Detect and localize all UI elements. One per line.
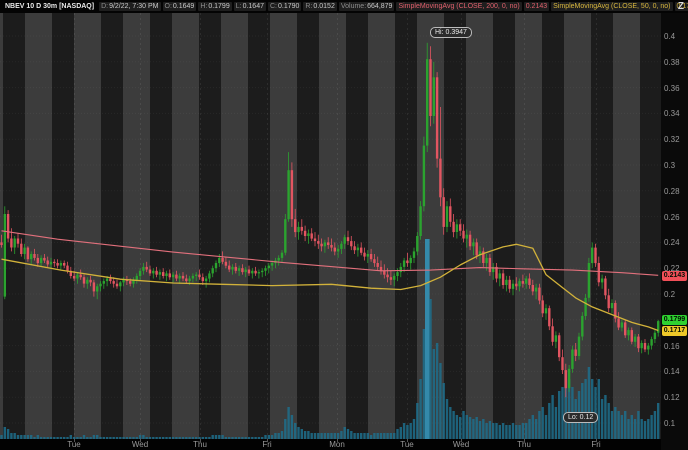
price-tick-label: 0.16: [664, 341, 680, 351]
session-stripes: [0, 13, 661, 439]
ohlc-field-pill: O:0.1649: [162, 2, 197, 11]
chart-header: NBEV 10 D 30m [NASDAQ] D:9/2/22, 7:30 PM…: [0, 0, 688, 13]
study-value-pill: 0.2143: [523, 2, 550, 11]
chart-style-icon[interactable]: Z: [678, 0, 684, 13]
ohlc-readout: D:9/2/22, 7:30 PM O:0.1649 H:0.1799 L:0.164…: [99, 2, 395, 11]
low-annotation: Lo: 0.12: [563, 412, 599, 423]
ohlc-field-pill: H:0.1799: [198, 2, 232, 11]
price-axis[interactable]: 0.4 0.38 0.36 0.34 0.32 0.3 0.28 0.26 0.24 0.22 0.…: [661, 13, 688, 450]
price-tick-label: 0.32: [664, 135, 680, 145]
price-tick-label: 0.1: [664, 419, 676, 428]
price-chart[interactable]: [0, 13, 661, 439]
price-tick-label: 0.2: [664, 290, 676, 299]
chart-window: NBEV 10 D 30m [NASDAQ] D:9/2/22, 7:30 PM…: [0, 0, 688, 450]
price-tick-label: 0.12: [664, 393, 680, 403]
price-axis-badge: 0.2143: [662, 270, 687, 281]
ohlc-field-pill: D:9/2/22, 7:30 PM: [99, 2, 161, 11]
price-tick-label: 0.4: [664, 32, 676, 41]
price-tick-label: 0.14: [664, 367, 680, 377]
price-tick-label: 0.24: [664, 238, 680, 248]
day-label: Thu: [193, 440, 207, 449]
price-tick-label: 0.36: [664, 83, 680, 93]
day-label: Mon: [329, 440, 345, 449]
price-tick-label: 0.26: [664, 212, 680, 222]
day-label: Wed: [131, 440, 149, 449]
day-label: Thu: [517, 440, 531, 449]
day-label: Tue: [67, 440, 81, 449]
study-readout: SimpleMovingAvg (CLOSE, 200, 0, no) 0.214…: [396, 2, 688, 11]
ohlc-field-pill: L:0.1647: [233, 2, 266, 11]
plot-area: Hi: 0.3947 Lo: 0.12: [0, 13, 661, 439]
price-axis-badge: 0.1717: [662, 325, 687, 336]
price-tick-label: 0.28: [664, 186, 680, 196]
ohlc-field-pill: Volume:664,879: [338, 2, 395, 11]
price-tick-label: 0.38: [664, 57, 680, 67]
symbol-title: NBEV 10 D 30m [NASDAQ]: [5, 3, 95, 10]
price-axis-badge: 0.1799: [662, 314, 687, 325]
day-label: Fri: [262, 440, 272, 449]
ohlc-field-pill: R:0.0152: [303, 2, 337, 11]
price-tick-label: 0.34: [664, 109, 680, 119]
ohlc-field-pill: C:0.1790: [268, 2, 302, 11]
day-label: Fri: [591, 440, 601, 449]
day-label: Wed: [452, 440, 470, 449]
study-label-pill[interactable]: SimpleMovingAvg (CLOSE, 50, 0, no): [551, 2, 673, 11]
day-label: Tue: [400, 440, 414, 449]
high-annotation: Hi: 0.3947: [430, 27, 472, 38]
study-label-pill[interactable]: SimpleMovingAvg (CLOSE, 200, 0, no): [396, 2, 522, 11]
price-tick-label: 0.3: [664, 161, 676, 170]
time-axis[interactable]: Tue Wed Thu Fri Mon Tue Wed Thu Fri: [0, 439, 661, 450]
